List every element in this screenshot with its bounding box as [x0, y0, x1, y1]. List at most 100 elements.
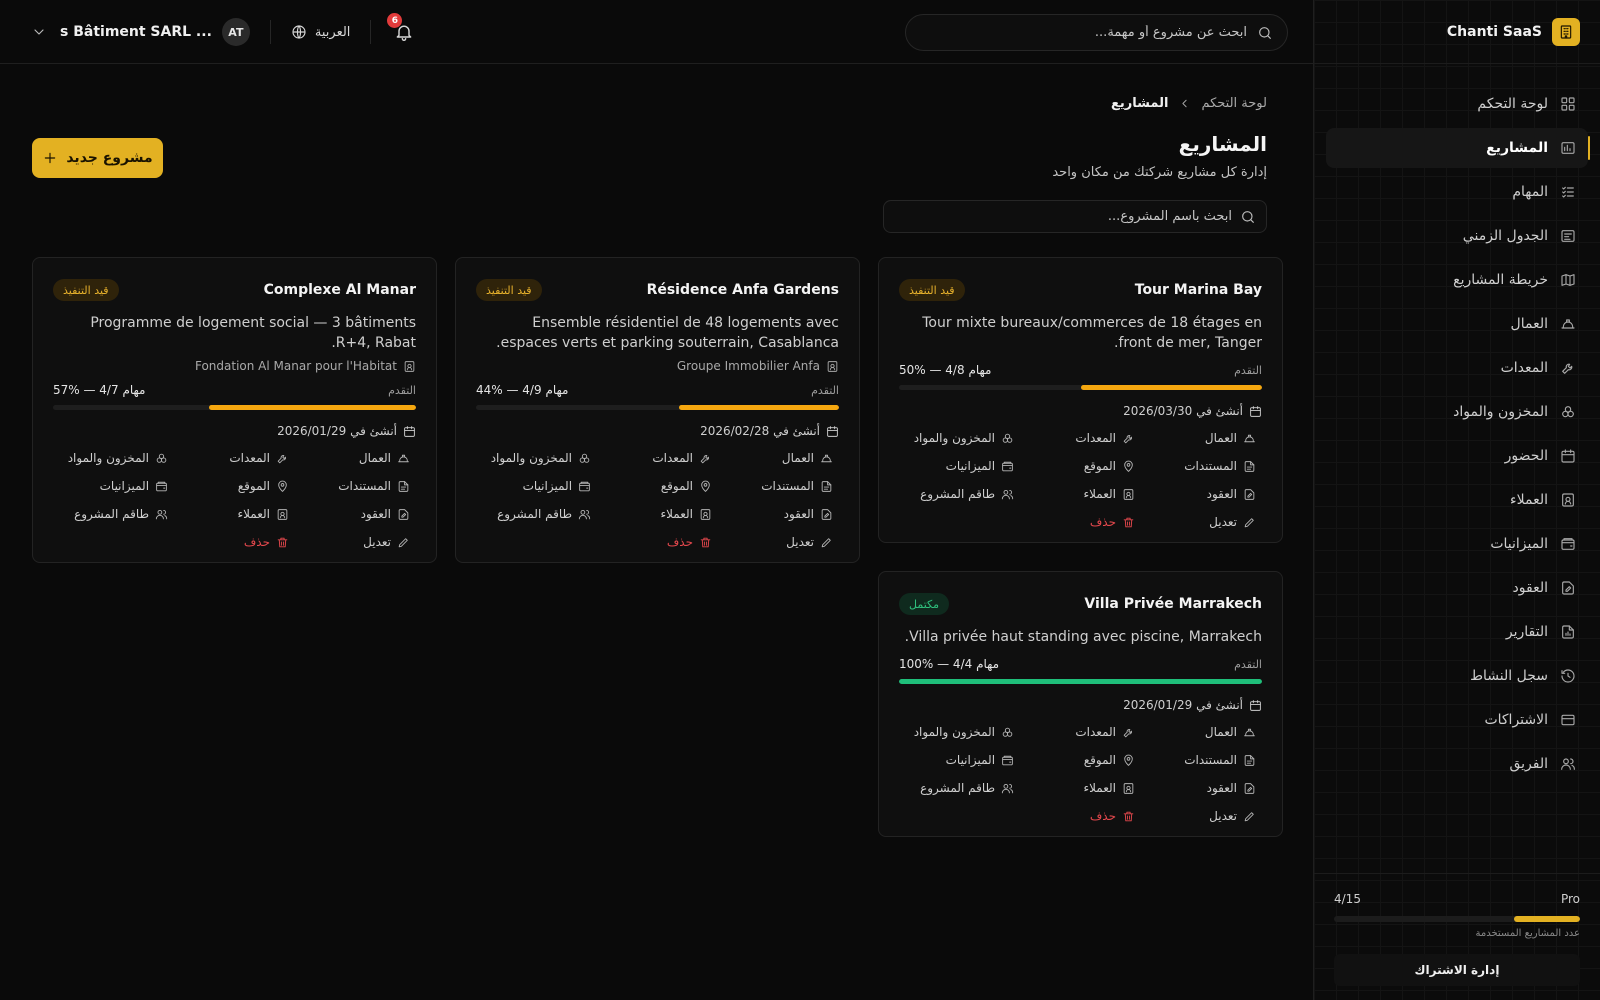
project-card[interactable]: Complexe Al Manar قيد التنفيذ Programme de…	[32, 257, 437, 563]
workers-link[interactable]: العمال	[718, 444, 839, 472]
delete-button[interactable]: حذف	[1020, 802, 1141, 830]
link-label: الموقع	[1083, 753, 1117, 767]
sidebar-item-1[interactable]: المشاريع	[1326, 128, 1590, 168]
sidebar-item-3[interactable]: الجدول الزمني	[1326, 216, 1588, 256]
sidebar-item-7[interactable]: المخزون والمواد	[1326, 392, 1588, 432]
progress-bar	[899, 385, 1262, 390]
location-link[interactable]: الموقع	[174, 472, 295, 500]
project-title[interactable]: Résidence Anfa Gardens	[647, 282, 839, 298]
documents-link[interactable]: المستندات	[1141, 452, 1262, 480]
page-title: المشاريع	[1178, 132, 1267, 156]
contracts-link[interactable]: العقود	[1141, 480, 1262, 508]
sidebar-item-2[interactable]: المهام	[1326, 172, 1588, 212]
link-label: العمال	[358, 451, 391, 465]
inventory-link[interactable]: المخزون والمواد	[53, 444, 174, 472]
sidebar-item-15[interactable]: الفريق	[1326, 744, 1588, 784]
delete-button[interactable]: حذف	[597, 528, 718, 556]
delete-button[interactable]: حذف	[174, 528, 295, 556]
team-link[interactable]: طاقم المشروع	[899, 774, 1020, 802]
language-switcher[interactable]: العربية	[291, 24, 350, 40]
workers-link[interactable]: العمال	[1141, 424, 1262, 452]
sidebar-item-4[interactable]: خريطة المشاريع	[1326, 260, 1588, 300]
workers-link[interactable]: العمال	[1141, 718, 1262, 746]
edit-button[interactable]: تعديل	[295, 528, 416, 556]
inventory-link[interactable]: المخزون والمواد	[899, 424, 1020, 452]
edit-button[interactable]: تعديل	[718, 528, 839, 556]
clients-link[interactable]: العملاء	[174, 500, 295, 528]
contact-icon	[827, 360, 838, 372]
edit-button[interactable]: تعديل	[1141, 508, 1262, 536]
link-label: العقود	[1206, 487, 1237, 501]
wallet-icon	[1002, 461, 1013, 471]
equipment-link[interactable]: المعدات	[1020, 424, 1141, 452]
team-link[interactable]: طاقم المشروع	[476, 500, 597, 528]
documents-link[interactable]: المستندات	[718, 472, 839, 500]
delete-button[interactable]: حذف	[1020, 508, 1141, 536]
documents-link[interactable]: المستندات	[295, 472, 416, 500]
project-search-input[interactable]	[894, 209, 1232, 224]
sidebar-item-11[interactable]: العقود	[1326, 568, 1588, 608]
location-link[interactable]: الموقع	[1020, 452, 1141, 480]
link-label: المعدات	[229, 451, 271, 465]
sidebar-item-10[interactable]: الميزانيات	[1326, 524, 1588, 564]
map-icon	[1561, 274, 1575, 286]
chevron-down-icon[interactable]	[30, 23, 48, 41]
sidebar-item-0[interactable]: لوحة التحكم	[1326, 84, 1588, 124]
clients-link[interactable]: العملاء	[597, 500, 718, 528]
credit-card-icon	[1561, 714, 1575, 726]
project-card[interactable]: Tour Marina Bay قيد التنفيذ Tour mixte bur…	[878, 257, 1283, 543]
sidebar-item-9[interactable]: العملاء	[1326, 480, 1588, 520]
project-description: Villa privée haut standing avec piscine,…	[904, 629, 1262, 645]
sidebar-item-label: الميزانيات	[1490, 536, 1548, 552]
clients-link[interactable]: العملاء	[1020, 480, 1141, 508]
equipment-link[interactable]: المعدات	[1020, 718, 1141, 746]
sidebar-item-13[interactable]: سجل النشاط	[1326, 656, 1588, 696]
global-search[interactable]	[905, 14, 1288, 51]
new-project-button[interactable]: مشروع جديد	[32, 138, 163, 178]
project-title[interactable]: Villa Privée Marrakech	[1084, 596, 1262, 612]
avatar[interactable]: AT	[221, 18, 250, 46]
company-name[interactable]: s Bâtiment SARL ...	[60, 24, 212, 40]
plus-icon	[45, 152, 56, 164]
contracts-link[interactable]: العقود	[295, 500, 416, 528]
budgets-link[interactable]: الميزانيات	[476, 472, 597, 500]
global-search-input[interactable]	[920, 25, 1247, 40]
sidebar-item-6[interactable]: المعدات	[1326, 348, 1588, 388]
sidebar-item-14[interactable]: الاشتراكات	[1326, 700, 1588, 740]
sidebar-item-12[interactable]: التقارير	[1326, 612, 1588, 652]
inventory-link[interactable]: المخزون والمواد	[476, 444, 597, 472]
team-link[interactable]: طاقم المشروع	[53, 500, 174, 528]
contracts-link[interactable]: العقود	[1141, 774, 1262, 802]
project-title[interactable]: Tour Marina Bay	[1135, 282, 1262, 298]
calendar-icon	[1250, 405, 1261, 417]
budgets-link[interactable]: الميزانيات	[899, 746, 1020, 774]
project-title[interactable]: Complexe Al Manar	[264, 282, 416, 298]
equipment-link[interactable]: المعدات	[174, 444, 295, 472]
manage-subscription-button[interactable]: إدارة الاشتراك	[1334, 954, 1580, 986]
progress-value: 44% — 4/9 مهام	[476, 383, 569, 397]
equipment-link[interactable]: المعدات	[597, 444, 718, 472]
documents-link[interactable]: المستندات	[1141, 746, 1262, 774]
project-card[interactable]: Villa Privée Marrakech مكتمل Villa privée …	[878, 571, 1283, 837]
sidebar-item-8[interactable]: الحضور	[1326, 436, 1588, 476]
budgets-link[interactable]: الميزانيات	[899, 452, 1020, 480]
inventory-link[interactable]: المخزون والمواد	[899, 718, 1020, 746]
budgets-link[interactable]: الميزانيات	[53, 472, 174, 500]
location-link[interactable]: الموقع	[597, 472, 718, 500]
location-link[interactable]: الموقع	[1020, 746, 1141, 774]
sidebar-item-label: الحضور	[1504, 448, 1548, 464]
edit-button[interactable]: تعديل	[1141, 802, 1262, 830]
progress-value: 57% — 4/7 مهام	[53, 383, 146, 397]
workers-link[interactable]: العمال	[295, 444, 416, 472]
contract-icon	[1244, 488, 1255, 500]
contracts-link[interactable]: العقود	[718, 500, 839, 528]
sidebar-item-label: سجل النشاط	[1470, 668, 1548, 684]
sidebar-item-5[interactable]: العمال	[1326, 304, 1588, 344]
breadcrumb-root[interactable]: لوحة التحكم	[1201, 96, 1267, 111]
clients-link[interactable]: العملاء	[1020, 774, 1141, 802]
project-card[interactable]: Résidence Anfa Gardens قيد التنفيذ Ensembl…	[455, 257, 860, 563]
team-link[interactable]: طاقم المشروع	[899, 480, 1020, 508]
brand[interactable]: Chanti SaaS	[1447, 18, 1580, 46]
notifications-button[interactable]: 6	[387, 13, 417, 45]
project-search[interactable]	[883, 200, 1267, 233]
